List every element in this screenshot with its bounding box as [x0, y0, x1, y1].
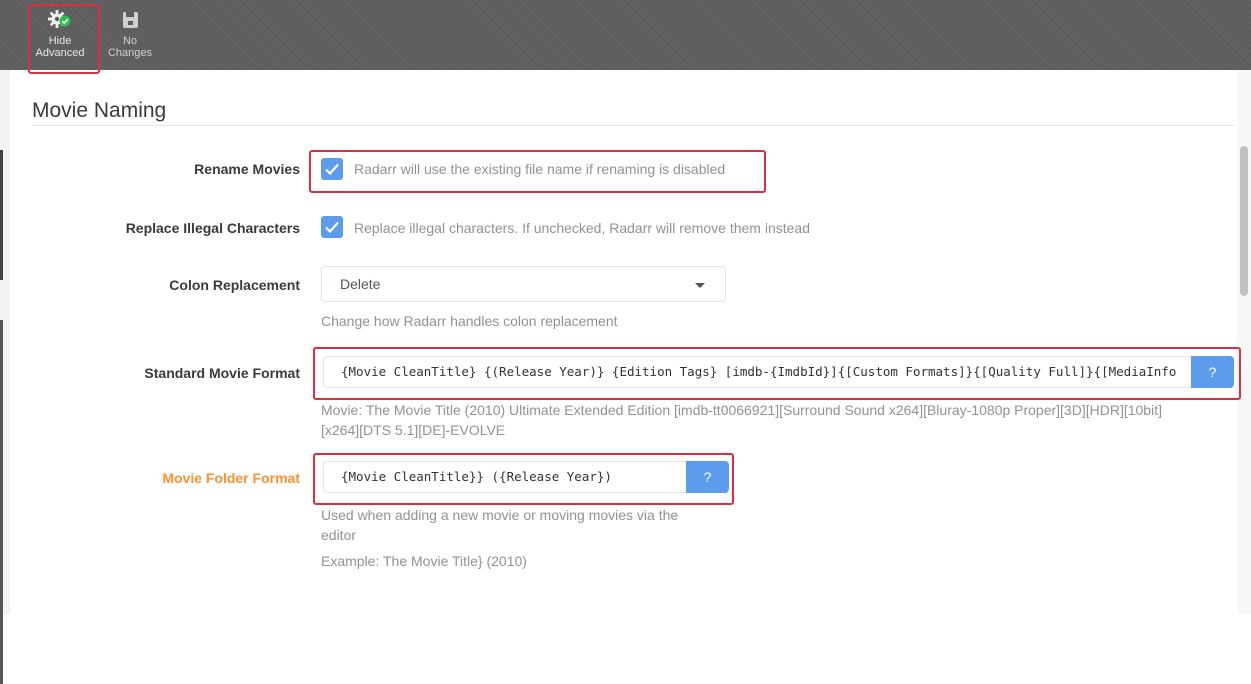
gear-check-icon	[48, 8, 72, 32]
folder-format-label: Movie Folder Format	[162, 470, 300, 486]
replace-illegal-checkbox[interactable]	[321, 216, 343, 238]
left-edge	[0, 70, 10, 684]
scrollbar-thumb[interactable]	[1240, 146, 1248, 296]
rename-movies-help: Radarr will use the existing file name i…	[354, 161, 726, 177]
rename-movies-checkbox[interactable]	[321, 158, 343, 180]
folder-format-help-2: editor	[321, 527, 357, 543]
folder-format-help-button[interactable]: ?	[686, 461, 729, 493]
standard-format-help-button[interactable]: ?	[1191, 356, 1234, 388]
colon-replacement-label: Colon Replacement	[169, 277, 300, 293]
folder-format-help-1: Used when adding a new movie or moving m…	[321, 507, 679, 523]
page-toolbar: Hide Advanced No Changes	[0, 0, 1251, 70]
hide-advanced-label-1: Hide	[48, 35, 72, 47]
standard-format-example-2: [x264][DTS 5.1][DE]-EVOLVE	[321, 422, 506, 438]
section-divider	[32, 125, 1235, 126]
scrollbar[interactable]	[1237, 70, 1251, 614]
replace-illegal-label: Replace Illegal Characters	[125, 220, 300, 236]
colon-replacement-select[interactable]: Delete	[321, 266, 726, 302]
rename-movies-label: Rename Movies	[194, 161, 300, 177]
standard-format-label: Standard Movie Format	[144, 365, 300, 381]
section-title: Movie Naming	[32, 99, 167, 122]
save-label-2: Changes	[107, 47, 153, 59]
checkmark-icon	[325, 221, 339, 234]
standard-format-example-1: Movie: The Movie Title (2010) Ultimate E…	[321, 402, 1162, 418]
checkmark-icon	[325, 163, 339, 176]
chevron-down-icon	[695, 283, 705, 288]
hide-advanced-label-2: Advanced	[35, 47, 85, 59]
save-label-1: No	[122, 35, 138, 47]
save-icon	[118, 8, 142, 32]
standard-format-input[interactable]: {Movie CleanTitle} {(Release Year)} {Edi…	[323, 356, 1192, 388]
colon-replacement-help: Change how Radarr handles colon replacem…	[321, 313, 618, 329]
folder-format-input[interactable]: {Movie CleanTitle}} ({Release Year})	[323, 461, 686, 493]
hide-advanced-button[interactable]: Hide Advanced	[30, 6, 90, 66]
save-button[interactable]: No Changes	[100, 6, 160, 66]
replace-illegal-help: Replace illegal characters. If unchecked…	[354, 220, 810, 236]
colon-replacement-value: Delete	[340, 276, 381, 292]
folder-format-example: Example: The Movie Title} (2010)	[321, 553, 527, 569]
